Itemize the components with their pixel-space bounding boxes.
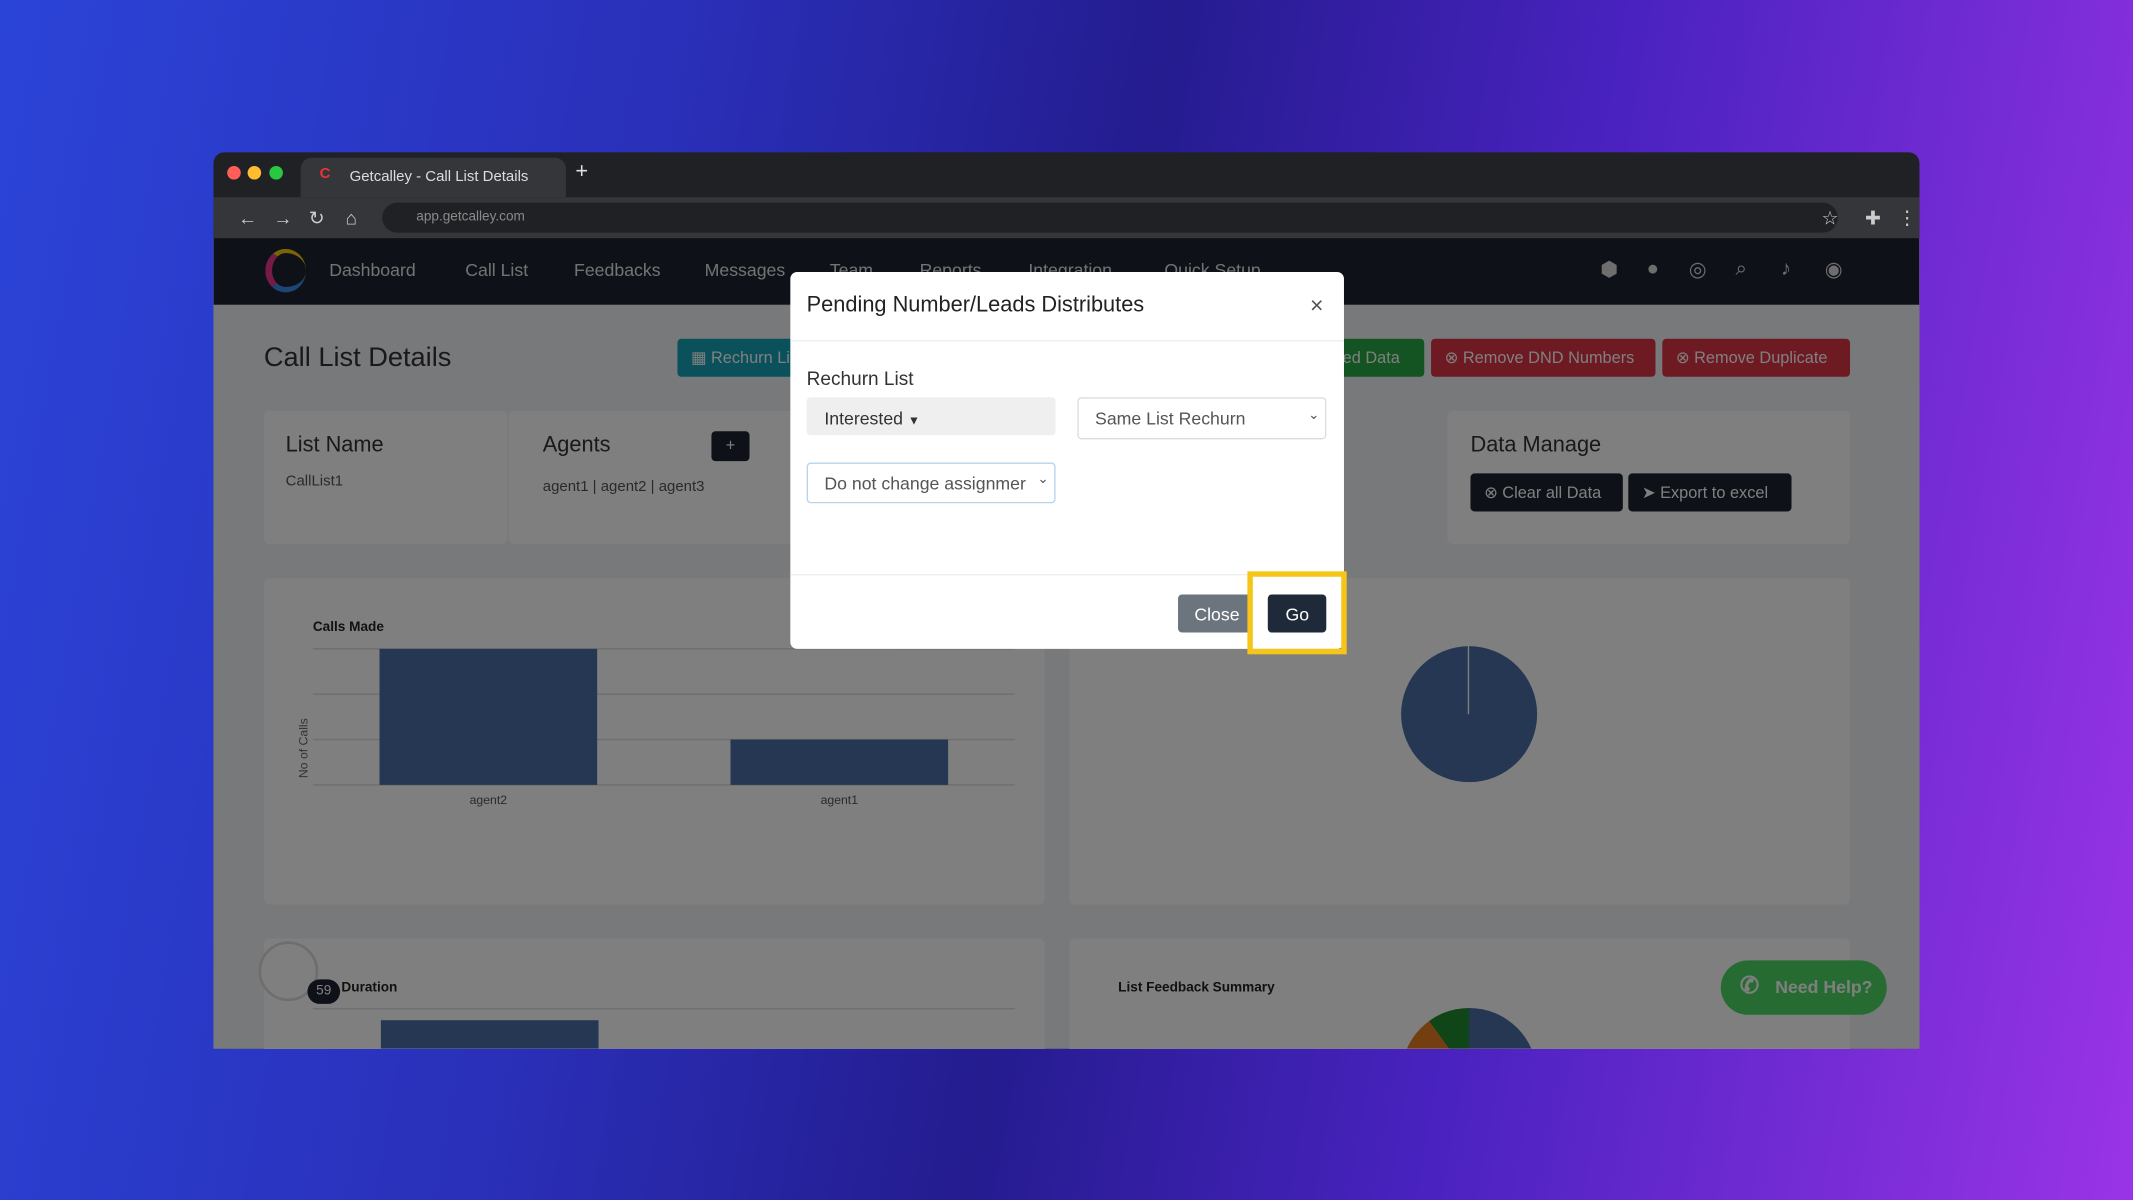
caret-down-icon: ▼ — [907, 413, 921, 428]
rechurn-type-value: Same List Rechurn — [1095, 408, 1246, 429]
close-icon[interactable]: × — [1310, 292, 1324, 319]
go-button-highlight — [1247, 571, 1347, 655]
minimize-window-button[interactable] — [247, 165, 262, 180]
calley-logo-icon: C — [319, 165, 331, 183]
modal-title: Pending Number/Leads Distributes — [806, 293, 1145, 317]
assignment-select[interactable]: Do not change assignmer ⌄ — [806, 462, 1056, 504]
status-dropdown[interactable]: Interested ▼ — [806, 397, 1056, 436]
back-icon[interactable]: ← — [238, 207, 257, 229]
rechurn-type-select[interactable]: Same List Rechurn ⌄ — [1077, 397, 1327, 440]
close-window-button[interactable] — [227, 165, 241, 180]
status-value: Interested — [824, 408, 904, 429]
tab-bar: C Getcalley - Call List Details + — [213, 152, 1920, 198]
tab-title: Getcalley - Call List Details — [349, 168, 529, 186]
home-icon[interactable]: ⌂ — [346, 207, 358, 229]
maximize-window-button[interactable] — [269, 165, 283, 180]
extensions-icon[interactable]: ✚ — [1865, 207, 1881, 230]
chevron-down-icon: ⌄ — [1037, 472, 1049, 487]
url-text: app.getcalley.com — [416, 209, 525, 225]
url-input[interactable]: app.getcalley.com — [382, 202, 1838, 233]
star-icon[interactable]: ☆ — [1821, 207, 1838, 230]
reload-icon[interactable]: ↻ — [309, 207, 325, 230]
close-button[interactable]: Close — [1178, 594, 1252, 633]
address-bar-row: ← → ↻ ⌂ app.getcalley.com ☆ ✚ ⋮ — [213, 197, 1920, 239]
divider — [790, 340, 1344, 342]
chevron-down-icon: ⌄ — [1308, 408, 1320, 424]
browser-tab[interactable]: C Getcalley - Call List Details — [300, 157, 566, 198]
rechurn-list-label: Rechurn List — [806, 367, 914, 390]
new-tab-button[interactable]: + — [575, 161, 588, 185]
assignment-value: Do not change assignmer — [824, 473, 1026, 494]
forward-icon[interactable]: → — [273, 207, 292, 229]
menu-icon[interactable]: ⋮ — [1898, 207, 1917, 230]
